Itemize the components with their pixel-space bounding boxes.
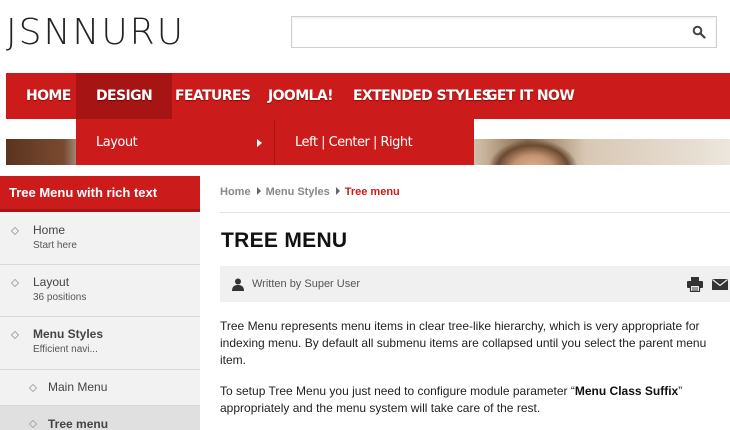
sidebar-item-label: Menu Styles [33, 327, 104, 341]
sidebar-item-menu-styles[interactable]: Menu Styles Efficient navi... [0, 317, 200, 370]
article-paragraph: To setup Tree Menu you just need to conf… [220, 383, 730, 417]
sidebar-item-description: Efficient navi... [33, 344, 98, 355]
email-icon[interactable] [712, 279, 728, 290]
article-paragraph: Tree Menu represents menu items in clear… [220, 319, 707, 367]
search-box[interactable] [291, 16, 717, 48]
diamond-bullet-icon [10, 330, 20, 340]
breadcrumb-menu-styles[interactable]: Menu Styles [266, 186, 330, 198]
sidebar-item-main-menu[interactable]: Main Menu [0, 370, 200, 406]
sidebar-item-layout[interactable]: Layout 36 positions [0, 265, 200, 317]
submenu-item-left-center-right[interactable]: Left | Center | Right [295, 119, 413, 167]
breadcrumb-current: Tree menu [344, 186, 400, 198]
diamond-bullet-icon [10, 226, 20, 236]
diamond-bullet-icon [28, 419, 38, 429]
user-icon [232, 278, 244, 291]
sidebar-item-label: Main Menu [48, 380, 108, 394]
breadcrumb: Home Menu Styles Tree menu [220, 186, 400, 198]
diamond-bullet-icon [10, 278, 20, 288]
search-icon[interactable] [692, 25, 706, 39]
sidebar-item-label: Tree menu [48, 417, 109, 430]
design-dropdown-menu[interactable]: Layout [76, 119, 274, 165]
nav-item-get-it-now[interactable]: GET IT NOW [466, 73, 594, 119]
sidebar-item-label: Layout [33, 275, 70, 289]
main-nav: HOME DESIGN FEATURES JOOMLA! EXTENDED ST… [6, 73, 730, 119]
diamond-bullet-icon [28, 383, 38, 393]
search-input[interactable] [292, 17, 672, 47]
sidebar-title: Tree Menu with rich text [0, 176, 200, 212]
print-icon[interactable] [687, 277, 703, 292]
breadcrumb-arrow-icon [256, 187, 261, 195]
sidebar-item-description: 36 positions [33, 292, 87, 303]
chevron-right-icon [257, 139, 262, 147]
sidebar-item-home[interactable]: Home Start here [0, 212, 200, 265]
sidebar-item-tree-menu[interactable]: Tree menu [0, 406, 200, 430]
banner-person-image [488, 139, 578, 165]
breadcrumb-arrow-icon [335, 187, 340, 195]
dropdown-item-layout[interactable]: Layout [96, 119, 138, 167]
breadcrumb-home[interactable]: Home [220, 186, 251, 198]
paragraph-text: To setup Tree Menu you just need to conf… [220, 384, 575, 398]
divider [220, 212, 730, 213]
emphasis-text: Menu Class Suffix [574, 384, 679, 398]
sidebar-item-description: Start here [33, 240, 77, 251]
tree-menu-sidebar: Tree Menu with rich text Home Start here… [0, 176, 200, 430]
article-meta-bar: Written by Super User [220, 266, 730, 302]
article-author: Written by Super User [252, 278, 361, 290]
layout-submenu[interactable]: Left | Center | Right [274, 119, 474, 165]
page-title: TREE MENU [221, 229, 348, 252]
site-logo[interactable]: JSNNURU [6, 12, 185, 53]
sidebar-item-label: Home [33, 223, 66, 237]
